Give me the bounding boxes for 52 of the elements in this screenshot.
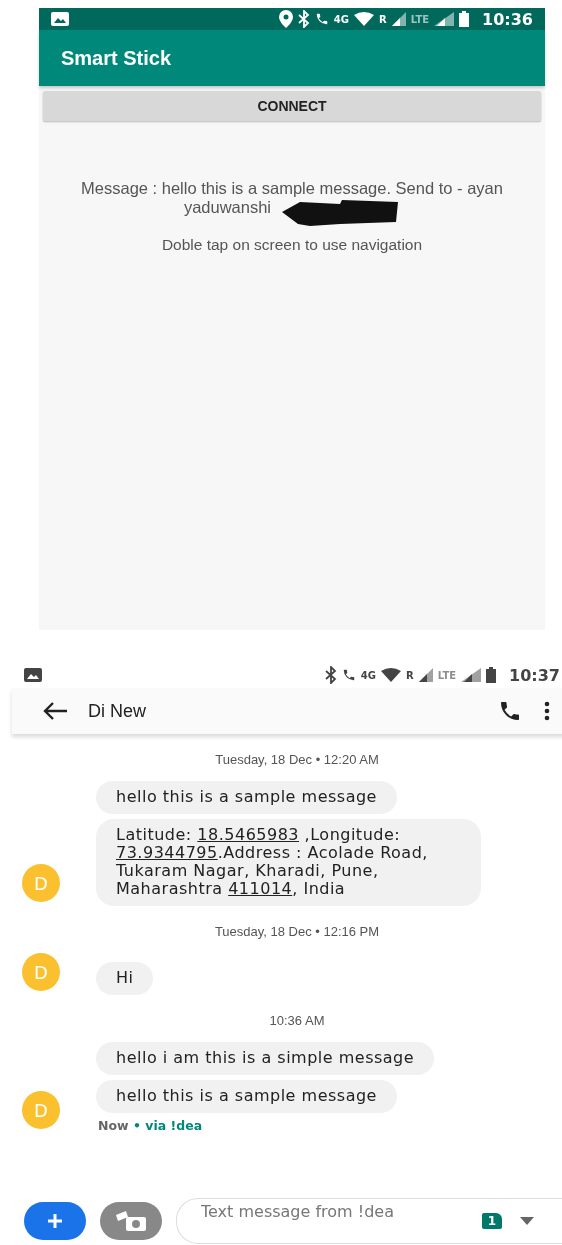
battery-icon [459,11,470,27]
wifi-icon [381,668,401,682]
network-label: 4G [333,13,349,25]
contact-name: Di New [88,700,146,722]
back-arrow-icon[interactable] [42,701,68,721]
date-label: Tuesday, 18 Dec • 12:20 AM [214,752,380,767]
bluetooth-icon [297,10,310,28]
signal-icon [391,12,406,26]
message-field[interactable]: Text message from !dea 1 [176,1198,562,1244]
link[interactable]: 73.9344795 [116,843,218,862]
message-bubble: hello this is a sample message [96,1080,397,1113]
date-label: 10:36 AM [268,1013,326,1028]
signal-icon [461,668,482,682]
message-text: Message : hello this is a sample message. Send to - ayan yaduwanshi [81,179,503,216]
wifi-icon [354,12,374,26]
contact-avatar: D [22,953,60,991]
bluetooth-icon [324,666,337,684]
image-icon [24,668,42,682]
roaming-label: R [379,13,387,25]
signal-icon [418,668,433,682]
message-bubble: hello this is a sample message [96,781,397,814]
battery-icon [486,667,497,683]
status-time: 10:36 [482,9,533,29]
image-icon [51,12,69,26]
signal-icon [434,12,455,26]
camera-button[interactable] [100,1202,162,1240]
message-bubble: hello i am this is a simple message [96,1042,435,1075]
link[interactable]: 411014 [228,879,293,898]
message-status: Now [98,1118,129,1133]
phone-icon [314,12,329,26]
hint-text: Doble tap on screen to use navigation [161,236,423,254]
phone-icon [341,668,356,682]
message-bubble: Latitude: 18.5465983 ,Longitude: 73.9344795.Address : Acolade Road, Tukaram Nagar, Kharadi, Pune, Maharashtra 411014, India [96,819,481,906]
sim-indicator[interactable]: 1 [481,1213,502,1229]
contact-avatar: D [22,864,60,902]
camera-icon [114,1209,148,1233]
contact-avatar: D [22,1091,60,1129]
link[interactable]: 18.5465983 [197,825,300,844]
message-bubble: Hi [96,962,154,995]
add-button[interactable] [24,1202,86,1240]
roaming-label: R [406,669,414,681]
status-time: 10:37 [509,665,560,685]
date-label: Tuesday, 18 Dec • 12:16 PM [213,924,381,939]
plus-icon [46,1212,64,1230]
more-options-icon[interactable] [544,701,550,721]
lte-label: LTE [410,13,430,25]
dropdown-caret-icon[interactable] [520,1217,534,1225]
connect-button[interactable]: CONNECT [43,91,541,121]
carrier-label: • via !dea [132,1118,203,1133]
network-label: 4G [360,669,376,681]
lte-label: LTE [437,669,457,681]
app-title: Smart Stick [61,46,172,70]
